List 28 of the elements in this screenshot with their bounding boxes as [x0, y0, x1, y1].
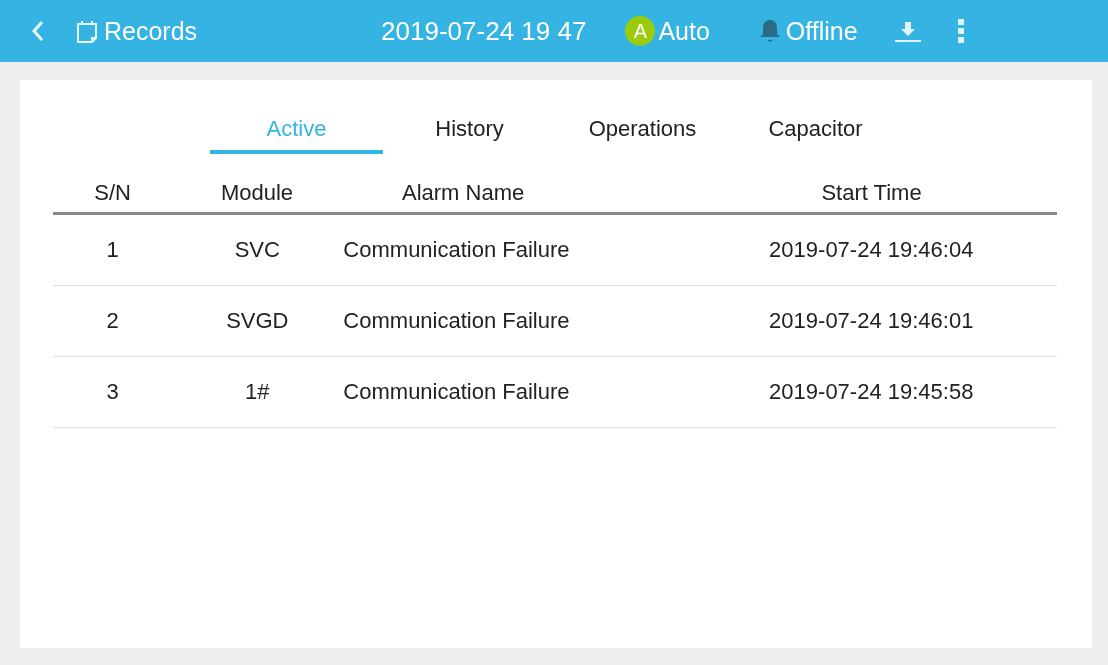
column-header: Start Time	[820, 180, 923, 206]
tab[interactable]: History	[383, 108, 556, 154]
table-cell-text: SVGD	[225, 308, 290, 334]
mode-label: Auto	[658, 16, 710, 46]
table-cell-text: Communication Failure	[342, 237, 571, 263]
back-icon[interactable]	[30, 19, 46, 43]
download-icon[interactable]	[893, 19, 922, 43]
status-label: Offline	[785, 16, 858, 46]
column-header: Module	[219, 180, 295, 206]
table-cell-text: 2019-07-24 19:46:01	[768, 308, 975, 334]
table-cell-text: 2019-07-24 19:45:58	[768, 379, 975, 405]
table-cell-text: Communication Failure	[342, 308, 571, 334]
table-cell-text: 2	[105, 308, 120, 334]
calendar-icon	[76, 19, 98, 43]
table-cell-text: 2019-07-24 19:46:04	[768, 237, 975, 263]
page-title: Records	[104, 16, 198, 46]
tab[interactable]: Capacitor	[729, 108, 902, 154]
more-icon[interactable]	[956, 18, 965, 44]
column-header: S/N	[93, 180, 132, 206]
mode-badge: A	[625, 16, 656, 46]
tab[interactable]: Operations	[556, 108, 729, 154]
table-cell-text: 3	[105, 379, 120, 405]
table-cell-text: 1#	[244, 379, 271, 405]
column-header: Alarm Name	[400, 180, 526, 206]
table-cell-text: SVC	[233, 237, 281, 263]
table-cell-text: Communication Failure	[342, 379, 571, 405]
date-time: 2019-07-24 19 47	[381, 15, 587, 47]
table-cell-text: 1	[105, 237, 120, 263]
